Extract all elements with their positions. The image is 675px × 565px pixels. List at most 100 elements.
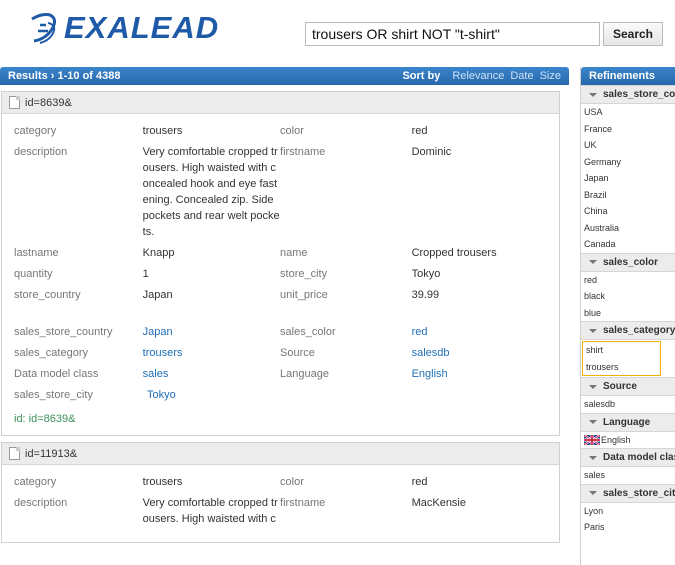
meta-row: sales_category trousers Source salesdb <box>14 345 547 361</box>
logo-wordmark: EXALEAD <box>64 10 220 45</box>
facet-item[interactable]: Japan <box>581 170 675 187</box>
field-label: category <box>14 476 57 488</box>
meta-link[interactable]: trousers <box>143 345 280 361</box>
facet-item[interactable]: trousers <box>583 359 660 376</box>
field-label: name <box>280 247 308 259</box>
meta-row: Data model class sales Language English <box>14 366 547 382</box>
hit-title[interactable]: id=11913& <box>25 448 77 460</box>
results-count: Results › 1-10 of 4388 <box>8 70 121 82</box>
facet-data-model-class[interactable]: Data model class <box>581 448 675 467</box>
facet-item[interactable]: Paris <box>581 519 675 536</box>
meta-link[interactable]: Tokyo <box>147 387 289 403</box>
field-label: firstname <box>280 497 326 509</box>
facet-sales-store-country[interactable]: sales_store_country <box>581 85 675 104</box>
facet-item[interactable]: Germany <box>581 154 675 171</box>
facet-item[interactable]: China <box>581 203 675 220</box>
facet-item[interactable]: red <box>581 272 675 289</box>
result-hit: id=8639& category trousers color red des… <box>1 91 560 436</box>
facet-source[interactable]: Source <box>581 377 675 396</box>
search-input[interactable] <box>305 22 600 46</box>
meta-label: Data model class <box>14 368 99 380</box>
facet-sales-category[interactable]: sales_category <box>581 321 675 340</box>
meta-link[interactable]: Japan <box>143 324 280 340</box>
facet-item[interactable]: blue <box>581 305 675 322</box>
field-label: lastname <box>14 247 59 259</box>
field-value: Japan <box>142 289 173 301</box>
document-icon <box>9 96 20 109</box>
hit-body: category trousers color red description … <box>2 114 559 435</box>
chevron-down-icon <box>589 384 597 389</box>
exalead-logo[interactable]: EXALEAD <box>28 8 219 48</box>
hit-title-bar[interactable]: id=8639& <box>2 92 559 114</box>
ds-logo-icon <box>31 13 57 44</box>
facet-item[interactable]: Lyon <box>581 503 675 520</box>
chevron-down-icon <box>589 260 597 264</box>
chevron-down-icon <box>589 491 597 495</box>
results-header: Results › 1-10 of 4388 Sort by Relevance… <box>0 67 569 85</box>
field-value: Cropped trousers <box>411 247 497 259</box>
field-row: description Very comfortable cropped tro… <box>14 495 547 527</box>
facet-item[interactable]: France <box>581 121 675 138</box>
facet-item[interactable]: shirt <box>583 342 660 359</box>
field-row: category trousers color red <box>14 123 547 139</box>
field-label: color <box>280 125 304 137</box>
meta-link[interactable]: sales <box>143 366 280 382</box>
facet-item[interactable]: Australia <box>581 220 675 237</box>
meta-label: sales_store_country <box>14 326 113 338</box>
facet-item[interactable]: UK <box>581 137 675 154</box>
sort-size[interactable]: Size <box>540 70 561 82</box>
field-label: store_city <box>280 268 328 280</box>
field-label: quantity <box>14 268 53 280</box>
sort-label: Sort by <box>402 70 441 82</box>
sort-date[interactable]: Date <box>510 70 533 82</box>
field-row: quantity 1 store_city Tokyo <box>14 266 547 282</box>
meta-link[interactable]: salesdb <box>412 345 547 361</box>
uk-flag-icon <box>584 435 600 446</box>
field-label: firstname <box>280 146 326 158</box>
facet-sales-color[interactable]: sales_color <box>581 252 675 272</box>
field-label: description <box>14 146 68 158</box>
meta-label: sales_color <box>280 326 336 338</box>
chevron-down-icon <box>589 92 597 97</box>
field-value: 39.99 <box>411 289 440 301</box>
facet-item[interactable]: USA <box>581 104 675 121</box>
facet-item[interactable]: black <box>581 288 675 305</box>
field-label: unit_price <box>280 289 328 301</box>
meta-link[interactable]: red <box>412 324 547 340</box>
search-button[interactable]: Search <box>603 22 663 46</box>
chevron-down-icon <box>589 420 597 424</box>
field-value: Tokyo <box>411 268 441 280</box>
facet-item[interactable]: salesdb <box>581 396 675 413</box>
facet-item-english[interactable]: English <box>581 432 675 449</box>
field-label: description <box>14 497 68 509</box>
meta-label: sales_category <box>14 347 88 359</box>
field-label: color <box>280 476 304 488</box>
field-value: Knapp <box>142 247 175 259</box>
hit-title-bar[interactable]: id=11913& <box>2 443 559 465</box>
field-row: store_country Japan unit_price 39.99 <box>14 287 547 303</box>
meta-link[interactable]: English <box>412 366 547 382</box>
field-value: trousers <box>142 125 183 137</box>
facet-sales-store-city[interactable]: sales_store_city <box>581 483 675 503</box>
field-value: Very comfortable cropped trousers. High … <box>142 497 278 525</box>
facet-item[interactable]: sales <box>581 467 675 484</box>
field-value: red <box>411 125 428 137</box>
facet-language[interactable]: Language <box>581 412 675 432</box>
field-value: red <box>411 476 428 488</box>
sort-relevance[interactable]: Relevance <box>452 70 504 82</box>
results-panel: Results › 1-10 of 4388 Sort by Relevance… <box>0 67 569 565</box>
meta-label: Language <box>280 368 329 380</box>
refinements-panel: Refinements sales_store_country USA Fran… <box>580 67 675 565</box>
facet-item[interactable]: Canada <box>581 236 675 253</box>
meta-row: sales_store_city Tokyo <box>14 387 547 403</box>
field-value: 1 <box>142 268 149 280</box>
field-row: category trousers color red <box>14 474 547 490</box>
hit-title[interactable]: id=8639& <box>25 97 72 109</box>
result-hit: id=11913& category trousers color red de… <box>1 442 560 543</box>
field-value: trousers <box>142 476 183 488</box>
sort-controls: Sort by Relevance Date Size <box>402 70 561 82</box>
facet-item[interactable]: Brazil <box>581 187 675 204</box>
meta-row: sales_store_country Japan sales_color re… <box>14 324 547 340</box>
document-icon <box>9 447 20 460</box>
field-row: description Very comfortable cropped tro… <box>14 144 547 240</box>
